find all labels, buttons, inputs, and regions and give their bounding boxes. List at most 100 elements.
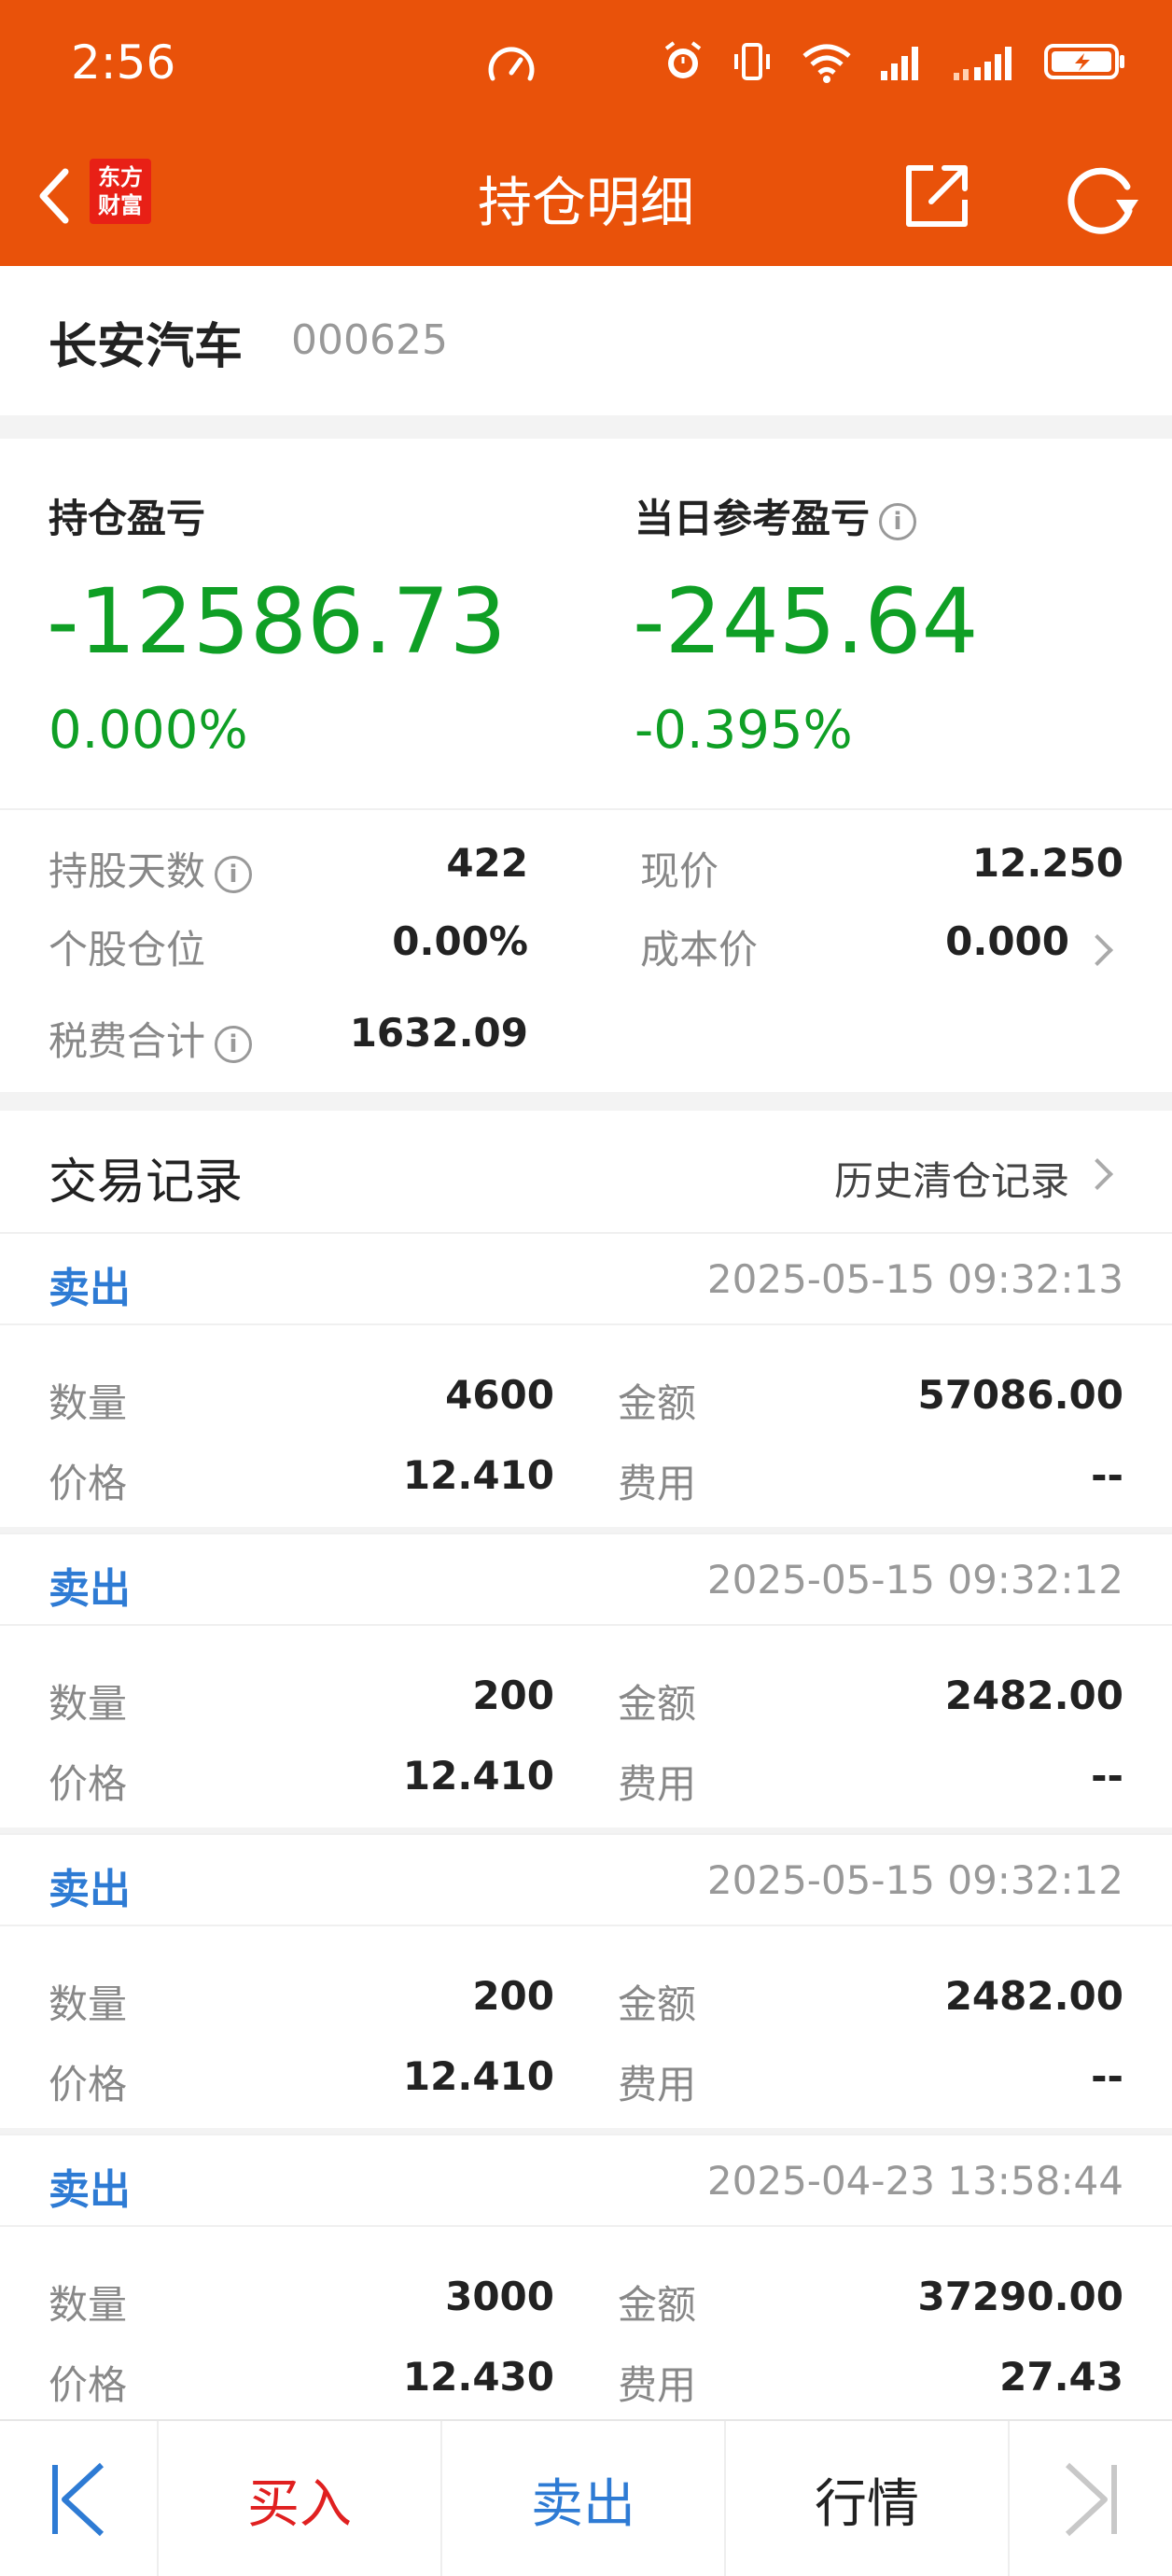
history-clearance-link[interactable]: 历史清仓记录 [834, 1150, 1069, 1207]
cost-price-value[interactable]: 0.000 [945, 918, 1069, 964]
record-header: 卖出 2025-05-15 09:32:12 [0, 1533, 1172, 1626]
record-header: 卖出 2025-05-15 09:32:13 [0, 1232, 1172, 1325]
stock-code: 000625 [291, 316, 448, 364]
position-pl-pct: 0.000% [49, 700, 248, 761]
quantity-label: 数量 [49, 1380, 128, 1426]
trade-records-header: 交易记录 历史清仓记录 [0, 1111, 1172, 1232]
hold-days-value: 422 [446, 840, 528, 886]
bottom-action-bar: 买入 卖出 行情 [0, 2419, 1172, 2576]
trade-time: 2025-05-15 09:32:12 [706, 1857, 1123, 1903]
info-icon[interactable]: i [879, 502, 917, 540]
fees-label-wrap: 税费合计 i [49, 1010, 253, 1067]
quantity-value: 4600 [445, 1372, 554, 1418]
fees-value: 1632.09 [349, 1010, 528, 1056]
fee-label: 费用 [618, 2062, 697, 2107]
trade-type: 卖出 [49, 1866, 131, 1913]
position-ratio-value: 0.00% [392, 918, 528, 964]
price-value: 12.410 [402, 2053, 554, 2099]
speedometer-icon [488, 47, 535, 81]
wifi-icon [802, 44, 851, 83]
price-label: 价格 [49, 1461, 128, 1506]
info-icon[interactable]: i [215, 855, 253, 893]
trade-record: 卖出 2025-05-15 09:32:12 数量 200 金额 2482.00… [0, 1533, 1172, 1827]
signal-icon [881, 47, 918, 80]
amount-value: 2482.00 [944, 1673, 1123, 1718]
divider [0, 808, 1172, 810]
amount-value: 37290.00 [917, 2274, 1123, 2319]
amount-label: 金额 [618, 1981, 697, 2027]
trade-type: 卖出 [49, 2166, 131, 2214]
record-header: 卖出 2025-05-15 09:32:12 [0, 1833, 1172, 1926]
stock-name: 长安汽车 [49, 319, 244, 375]
previous-stock-button[interactable] [0, 2421, 159, 2576]
chevron-right-icon[interactable] [1081, 1158, 1113, 1190]
position-pl-label: 持仓盈亏 [49, 496, 206, 541]
fee-label: 费用 [618, 1461, 697, 1506]
current-price-value: 12.250 [971, 840, 1123, 886]
hold-days-label-wrap: 持股天数 i [49, 840, 253, 897]
price-label: 价格 [49, 1761, 128, 1807]
price-value: 12.430 [402, 2354, 554, 2400]
hold-days-label: 持股天数 [49, 848, 206, 894]
price-value: 12.410 [402, 1753, 554, 1799]
quantity-label: 数量 [49, 1681, 128, 1727]
daily-pl-value: -245.64 [633, 569, 979, 674]
quantity-value: 3000 [445, 2274, 554, 2319]
price-value: 12.410 [402, 1452, 554, 1498]
market-button[interactable]: 行情 [726, 2421, 1010, 2576]
amount-label: 金额 [618, 1380, 697, 1426]
position-pl-value: -12586.73 [47, 569, 507, 674]
skip-next-icon [1065, 2462, 1117, 2537]
fee-value: 27.43 [999, 2354, 1123, 2400]
trade-record: 卖出 2025-05-15 09:32:12 数量 200 金额 2482.00… [0, 1833, 1172, 2128]
title-bar: 东方 财富 持仓明细 [0, 131, 1172, 266]
skip-previous-icon [52, 2462, 105, 2537]
stock-header: 长安汽车 000625 [0, 266, 1172, 415]
battery-icon [1044, 44, 1124, 79]
daily-pl-label: 当日参考盈亏 [635, 496, 871, 541]
trade-record: 卖出 2025-04-23 13:58:44 数量 3000 金额 37290.… [0, 2134, 1172, 2429]
cost-price-label[interactable]: 成本价 [640, 918, 758, 975]
position-ratio-label: 个股仓位 [49, 927, 206, 973]
trade-time: 2025-04-23 13:58:44 [706, 2158, 1123, 2204]
fee-label: 费用 [618, 1761, 697, 1807]
next-stock-button[interactable] [1010, 2421, 1172, 2576]
info-icon[interactable]: i [215, 1025, 253, 1063]
trade-type: 卖出 [49, 1265, 131, 1312]
price-label: 价格 [49, 2062, 128, 2107]
buy-button[interactable]: 买入 [159, 2421, 442, 2576]
amount-value: 2482.00 [944, 1973, 1123, 2019]
quantity-value: 200 [472, 1673, 554, 1718]
trade-type: 卖出 [49, 1565, 131, 1613]
amount-label: 金额 [618, 2282, 697, 2328]
status-bar: 2:56 [0, 0, 1172, 131]
quantity-label: 数量 [49, 2282, 128, 2328]
vibrate-icon [734, 43, 770, 80]
page-title: 持仓明细 [477, 171, 694, 234]
daily-pl-pct: -0.395% [635, 700, 853, 761]
sell-button[interactable]: 卖出 [442, 2421, 726, 2576]
daily-pl-label-wrap: 当日参考盈亏 i [635, 487, 917, 544]
trade-records-title: 交易记录 [49, 1155, 244, 1211]
position-summary: 持仓盈亏 当日参考盈亏 i -12586.73 -245.64 0.000% -0… [0, 439, 1172, 1092]
status-time: 2:56 [71, 35, 176, 90]
alarm-icon [664, 41, 702, 78]
fee-value: -- [1091, 2053, 1123, 2099]
refresh-icon[interactable] [1060, 159, 1142, 241]
fee-label: 费用 [618, 2362, 697, 2408]
trade-time: 2025-05-15 09:32:12 [706, 1557, 1123, 1603]
fee-value: -- [1091, 1753, 1123, 1799]
amount-label: 金额 [618, 1681, 697, 1727]
quantity-label: 数量 [49, 1981, 128, 2027]
chevron-right-icon[interactable] [1081, 934, 1113, 966]
trade-record: 卖出 2025-05-15 09:32:13 数量 4600 金额 57086.… [0, 1232, 1172, 1527]
current-price-label: 现价 [640, 848, 719, 894]
quantity-value: 200 [472, 1973, 554, 2019]
signal-2-icon [954, 47, 1012, 80]
amount-value: 57086.00 [917, 1372, 1123, 1418]
record-header: 卖出 2025-04-23 13:58:44 [0, 2134, 1172, 2227]
fees-label: 税费合计 [49, 1018, 206, 1064]
trade-time: 2025-05-15 09:32:13 [706, 1256, 1123, 1302]
share-icon[interactable] [900, 159, 974, 233]
price-label: 价格 [49, 2362, 128, 2408]
